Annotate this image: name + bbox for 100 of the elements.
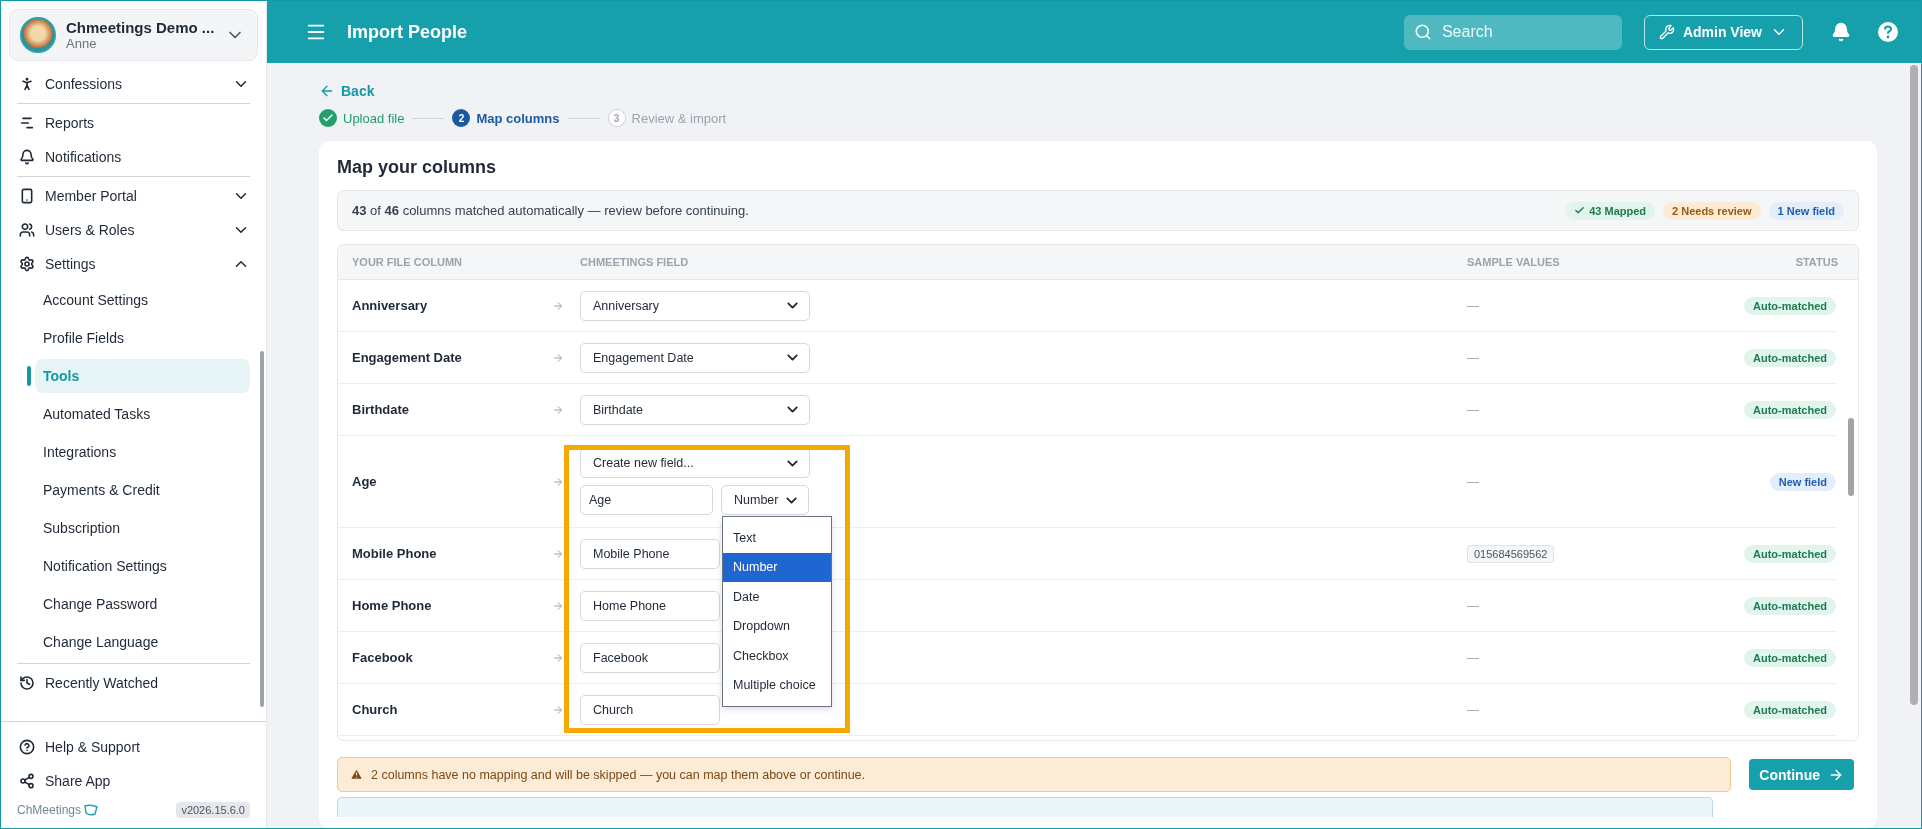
type-option[interactable]: Text [723, 523, 831, 553]
nav-item[interactable]: Notification Settings [35, 549, 250, 583]
file-column-name: Birthdate [352, 402, 411, 417]
nav-item[interactable]: Subscription [35, 511, 250, 545]
arrow-icon [552, 547, 564, 560]
arrow-left-icon [319, 83, 335, 99]
bell-icon [19, 149, 35, 165]
type-option[interactable]: Dropdown [723, 611, 831, 641]
search-input[interactable]: Search [1439, 22, 1590, 42]
users-icon [19, 222, 35, 238]
scrollbar[interactable] [260, 351, 264, 707]
nav-item[interactable]: Share App [17, 764, 250, 798]
file-column-name: Facebook [352, 650, 414, 665]
nav-item[interactable]: Automated Tasks [35, 397, 250, 431]
share-icon [19, 773, 35, 789]
column-header: CHMEETINGS FIELD [580, 256, 690, 268]
file-column-name: Mobile Phone [352, 546, 438, 561]
warning-text: 2 columns have no mapping and will be skipped — you can map them above or continue. [371, 767, 866, 782]
arrow-icon [552, 599, 564, 612]
nav-item[interactable]: Recently Watched [17, 666, 250, 700]
wrench-icon [1658, 24, 1675, 40]
account-name: Chmeetings Demo ... [66, 19, 215, 36]
field-select[interactable]: Anniversary [580, 290, 810, 321]
step-label: Map columns [476, 110, 560, 126]
field-select[interactable]: Engagement Date [580, 342, 810, 373]
nav-item[interactable]: Settings [17, 247, 250, 281]
status-pill: Auto-matched [1744, 348, 1836, 367]
column-header: STATUS [1794, 256, 1838, 268]
count-badge: 2 Needs review [1663, 201, 1761, 220]
help-icon [19, 739, 35, 755]
empty-sample: — [1467, 598, 1479, 613]
empty-sample: — [1467, 298, 1479, 313]
file-column-name: Age [352, 474, 378, 489]
empty-sample: — [1467, 350, 1479, 365]
type-option[interactable]: Multiple choice [723, 670, 831, 700]
nav-item[interactable]: Users & Roles [17, 213, 250, 247]
file-column-name: Anniversary [352, 298, 429, 313]
column-header: SAMPLE VALUES [1467, 256, 1561, 268]
field-select[interactable]: Mobile Phone [580, 538, 720, 569]
empty-sample: — [1467, 474, 1479, 489]
step-label: Review & import [631, 110, 727, 126]
count-badge: 43 Mapped [1565, 201, 1656, 220]
file-column-name: Engagement Date [352, 350, 463, 365]
empty-sample: — [1467, 402, 1479, 417]
nav-item[interactable]: Account Settings [35, 283, 250, 317]
step-number: 2 [452, 109, 471, 127]
search-field[interactable]: Search [1403, 14, 1622, 50]
column-header: YOUR FILE COLUMN [352, 256, 463, 268]
arrow-icon [552, 299, 564, 312]
nav-item[interactable]: Notifications [17, 140, 250, 174]
brand-logo: ChMeetings [17, 803, 99, 817]
settings-icon [19, 256, 35, 272]
file-column-name: Church [352, 702, 399, 717]
field-select[interactable]: Create new field... [580, 448, 810, 478]
empty-sample: — [1467, 650, 1479, 665]
nav-item[interactable]: Confessions [17, 67, 250, 101]
nav-item[interactable]: Change Language [35, 625, 250, 659]
type-option[interactable]: Checkbox [723, 641, 831, 671]
nav-item[interactable]: Integrations [35, 435, 250, 469]
status-pill: Auto-matched [1744, 544, 1836, 563]
status-pill: Auto-matched [1744, 648, 1836, 667]
history-icon [19, 675, 35, 691]
nav-item[interactable]: Payments & Credit [35, 473, 250, 507]
type-option[interactable]: Number [723, 552, 831, 582]
field-select[interactable]: Church [580, 694, 720, 725]
field-name-input[interactable]: Age [580, 485, 713, 515]
notifications-button[interactable] [1831, 22, 1851, 42]
arrow-icon [552, 351, 564, 364]
status-pill: Auto-matched [1744, 700, 1836, 719]
version-label: v2026.15.6.0 [176, 802, 250, 818]
field-select[interactable]: Home Phone [580, 590, 720, 621]
field-select[interactable]: Birthdate [580, 394, 810, 425]
account-user: Anne [66, 36, 98, 51]
arrow-icon [552, 703, 564, 716]
nav-item[interactable]: Reports [17, 106, 250, 140]
status-pill: Auto-matched [1744, 296, 1836, 315]
field-select[interactable]: Facebook [580, 642, 720, 673]
scrollbar[interactable] [1910, 65, 1918, 705]
step-label: Upload file [343, 110, 405, 126]
nav-item[interactable]: Member Portal [17, 179, 250, 213]
selection-indicator [27, 366, 31, 386]
status-pill: Auto-matched [1744, 596, 1836, 615]
help-button[interactable] [1877, 21, 1899, 43]
nav-item[interactable]: Help & Support [17, 730, 250, 764]
type-option[interactable]: Date [723, 582, 831, 612]
search-icon [1413, 23, 1432, 41]
account-switcher[interactable]: Chmeetings Demo ... Anne [9, 9, 258, 61]
scrollbar[interactable] [1848, 418, 1854, 496]
page-title: Import People [347, 21, 468, 43]
arrow-icon [552, 475, 564, 488]
avatar [20, 17, 56, 53]
card-title: Map your columns [337, 157, 498, 178]
check-icon [1574, 205, 1586, 216]
file-column-name: Home Phone [352, 598, 433, 613]
nav-item[interactable]: Profile Fields [35, 321, 250, 355]
arrow-icon [552, 651, 564, 664]
warning-icon [350, 768, 363, 781]
nav-item[interactable]: Change Password [35, 587, 250, 621]
status-pill: New field [1769, 472, 1836, 491]
step-number: 3 [607, 109, 626, 127]
